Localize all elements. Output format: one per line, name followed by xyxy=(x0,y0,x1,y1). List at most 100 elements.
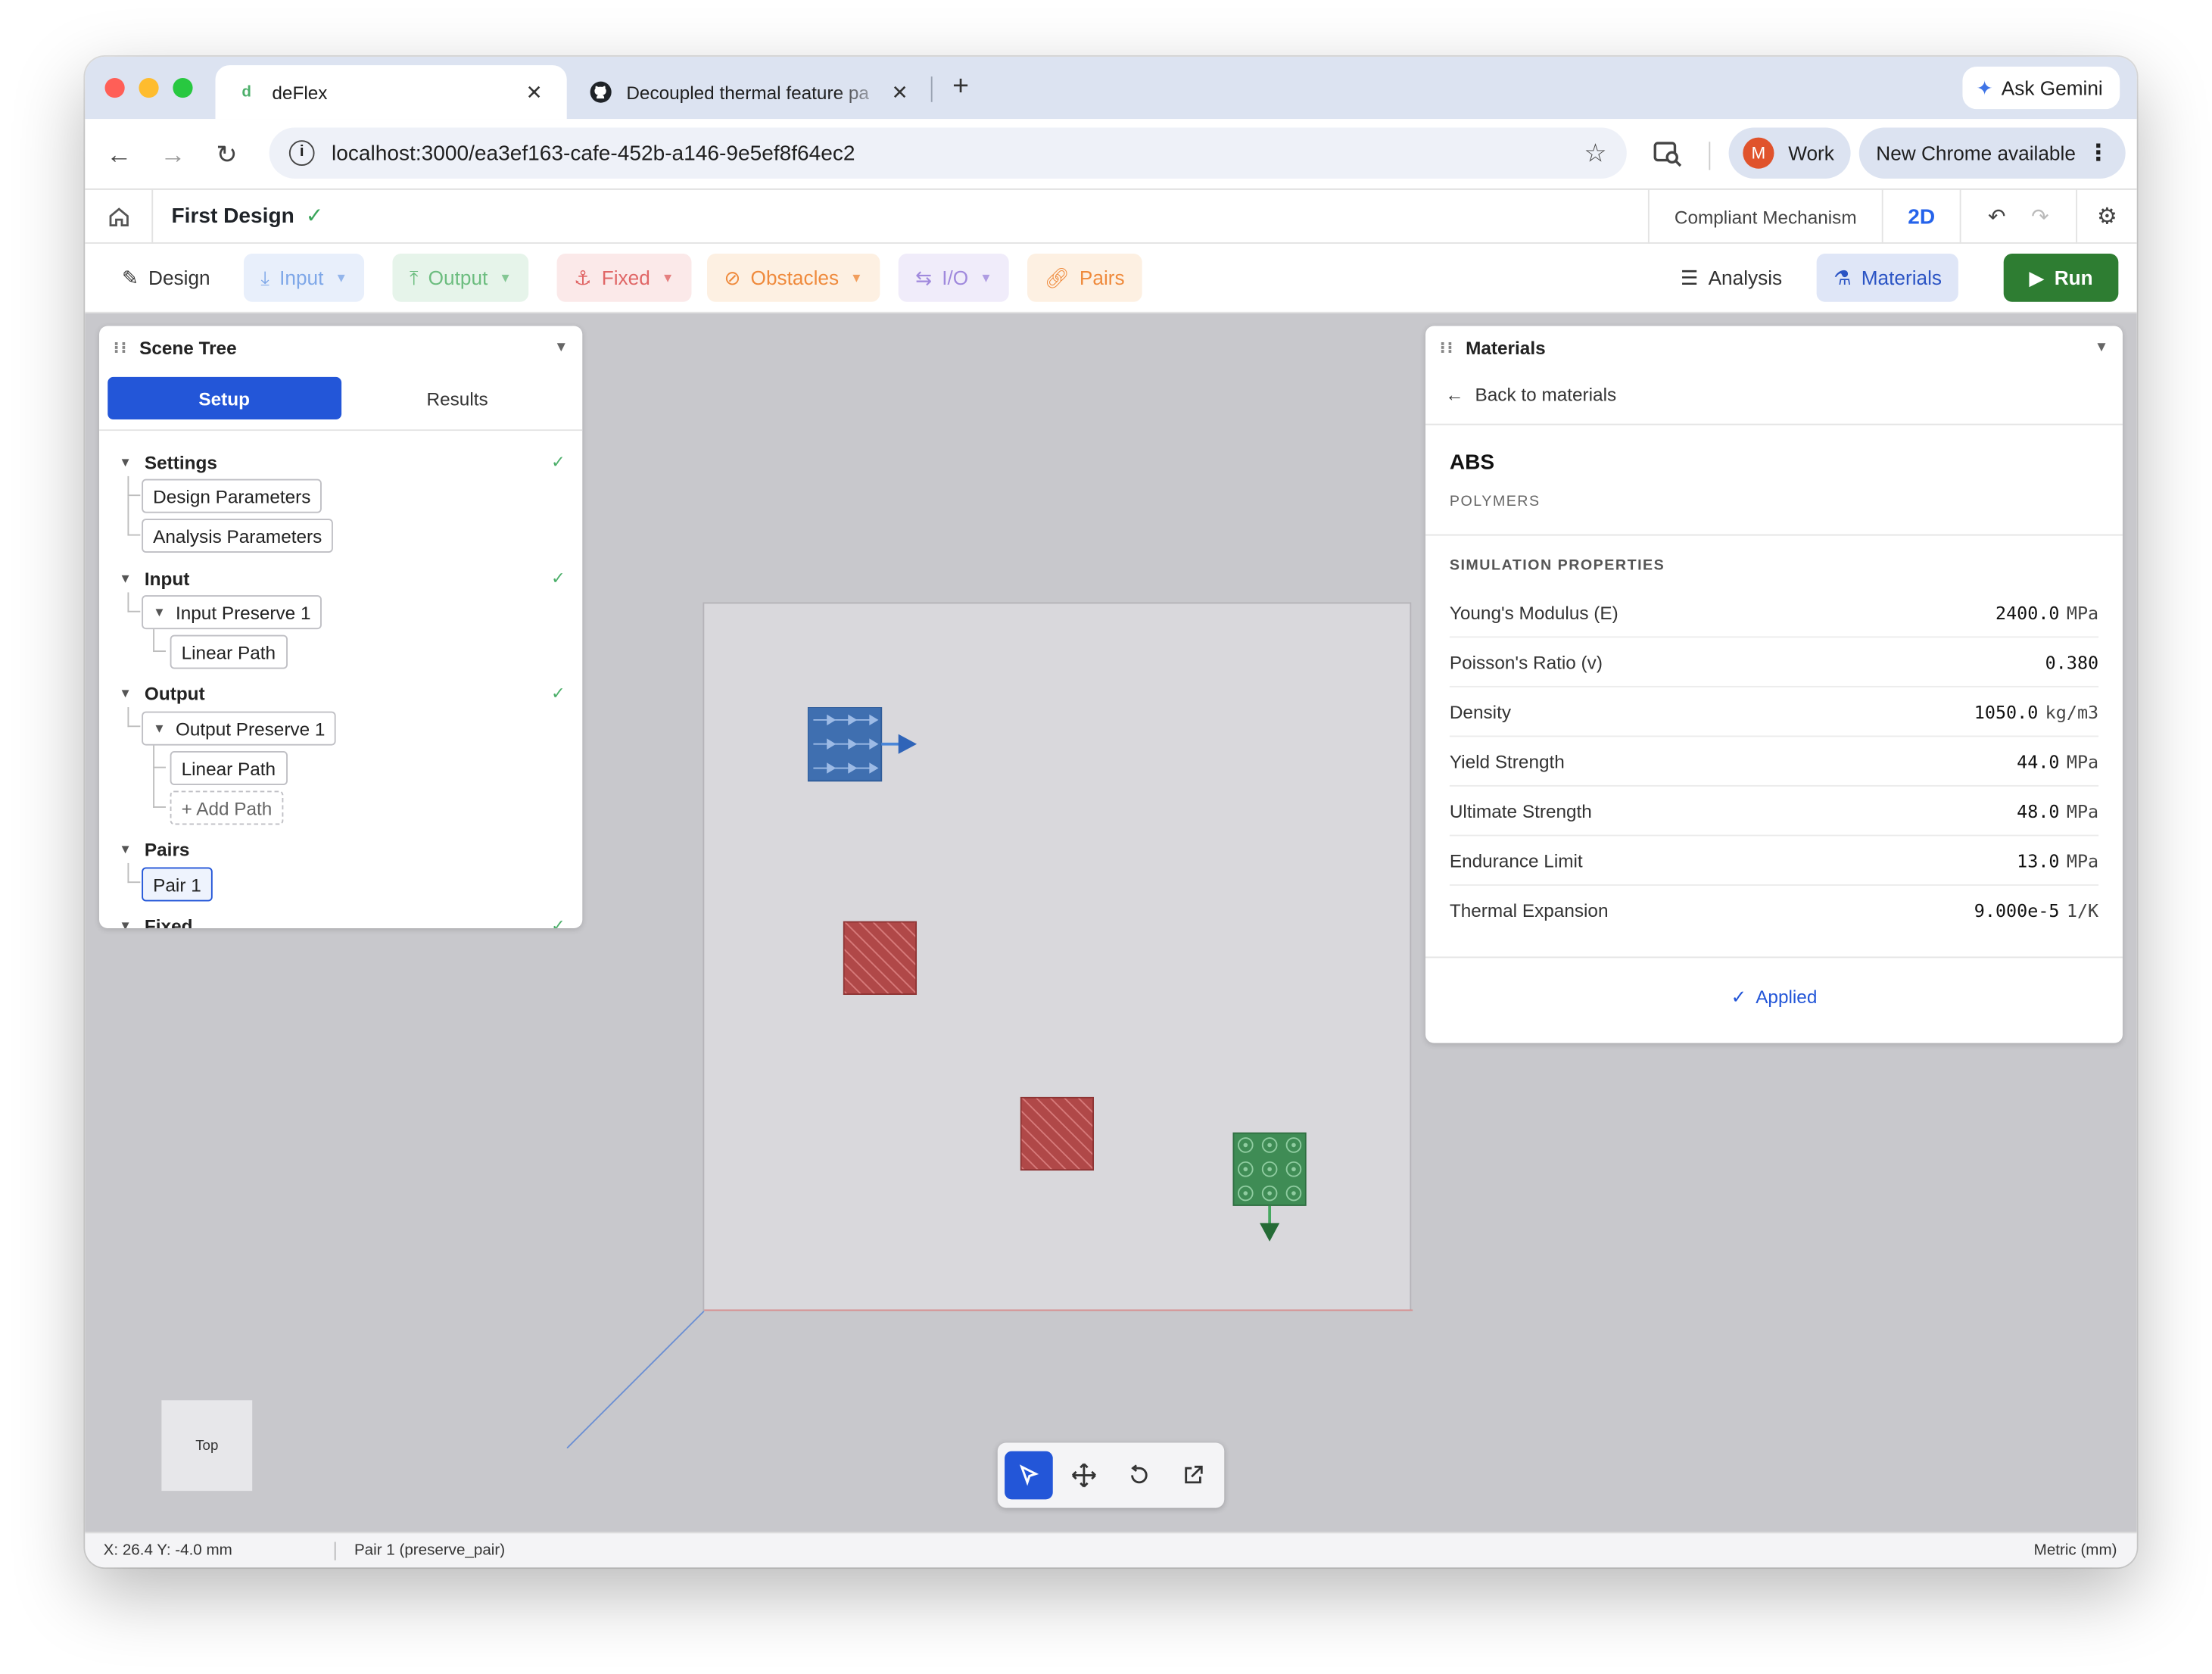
chevron-down-icon[interactable]: ▼ xyxy=(554,339,569,355)
url-text[interactable]: localhost:3000/ea3ef163-cafe-452b-a146-9… xyxy=(332,141,1584,165)
profile-button[interactable]: M Work xyxy=(1728,127,1852,179)
settings-button[interactable]: ⚙ xyxy=(2076,189,2136,244)
selection-status: Pair 1 (preserve_pair) xyxy=(354,1542,506,1559)
new-tab-plus-icon[interactable]: + xyxy=(944,71,978,105)
property-row: Poisson's Ratio (v) 0.380 xyxy=(1449,637,2099,687)
design-domain[interactable] xyxy=(703,602,1413,1311)
tree-section-pairs[interactable]: ▼ Pairs xyxy=(99,834,582,865)
tree-section-settings[interactable]: ▼ Settings ✓ xyxy=(99,447,582,478)
materials-header[interactable]: ⁝⁝ Materials ▼ xyxy=(1425,326,2123,369)
rotate-tool-button[interactable] xyxy=(1115,1451,1164,1500)
output-region[interactable] xyxy=(1232,1132,1307,1246)
tab-setup[interactable]: Setup xyxy=(107,376,341,420)
chevron-down-icon: ▼ xyxy=(850,270,863,285)
tab-separator xyxy=(930,76,933,102)
input-region[interactable] xyxy=(807,707,921,784)
drag-grip-icon[interactable]: ⁝⁝ xyxy=(114,338,128,356)
property-label: Density xyxy=(1449,700,1512,722)
view-mode-toggle[interactable]: 2D xyxy=(1881,189,1960,244)
home-icon xyxy=(108,207,128,227)
property-label: Ultimate Strength xyxy=(1449,800,1592,821)
tree-item-label: Input Preserve 1 xyxy=(175,601,311,623)
fixed-dropdown-button[interactable]: ⚓ Fixed ▼ xyxy=(556,254,691,302)
tree-connector xyxy=(153,629,167,653)
property-unit: MPa xyxy=(2066,849,2099,871)
flask-icon: ⚗ xyxy=(1833,265,1852,288)
view-cube-label: Top xyxy=(195,1437,219,1454)
obstacle-region[interactable] xyxy=(843,921,918,996)
close-window-button[interactable] xyxy=(104,77,125,98)
tree-section-input[interactable]: ▼ Input ✓ xyxy=(99,563,582,594)
obstacles-dropdown-button[interactable]: ⊘ Obstacles ▼ xyxy=(707,254,880,302)
tree-item-input-preserve[interactable]: ▼ Input Preserve 1 xyxy=(142,595,322,630)
property-label: Endurance Limit xyxy=(1449,849,1583,871)
close-tab-icon[interactable]: ✕ xyxy=(887,80,913,104)
toolbar-separator xyxy=(1709,142,1711,170)
forward-arrow-icon[interactable]: → xyxy=(156,138,190,172)
pairs-button[interactable]: 🔗︎ Pairs xyxy=(1027,254,1142,302)
units-status[interactable]: Metric (mm) xyxy=(2034,1542,2117,1559)
bookmark-star-icon[interactable]: ☆ xyxy=(1584,139,1606,168)
rotate-icon xyxy=(1131,1464,1148,1484)
undo-icon[interactable]: ↶ xyxy=(1988,204,2006,229)
complete-check-icon: ✓ xyxy=(551,568,565,588)
tree-item-output-preserve[interactable]: ▼ Output Preserve 1 xyxy=(142,711,337,746)
maximize-window-button[interactable] xyxy=(173,77,193,98)
property-unit: 1/K xyxy=(2066,899,2099,921)
design-title[interactable]: First Design ✓ xyxy=(171,203,323,229)
add-path-button[interactable]: + Add Path xyxy=(170,790,284,825)
back-arrow-icon[interactable]: ← xyxy=(102,138,136,172)
output-dropdown-button[interactable]: ⤒ Output ▼ xyxy=(392,254,529,302)
redo-icon[interactable]: ↷ xyxy=(2031,204,2049,229)
close-tab-icon[interactable]: ✕ xyxy=(522,80,547,104)
run-button[interactable]: ▶ Run xyxy=(2003,254,2119,302)
scene-tree-header[interactable]: ⁝⁝ Scene Tree ▼ xyxy=(99,326,582,369)
pairs-label: Pairs xyxy=(1079,266,1125,289)
tree-section-output[interactable]: ▼ Output ✓ xyxy=(99,678,582,709)
chevron-down-icon: ▼ xyxy=(980,270,992,285)
io-dropdown-button[interactable]: ⇆ I/O ▼ xyxy=(898,254,1010,302)
mode-selector[interactable]: Compliant Mechanism xyxy=(1647,189,1882,244)
run-label: Run xyxy=(2054,266,2093,289)
lens-search-icon[interactable] xyxy=(1653,138,1687,172)
tree-section-fixed[interactable]: ▼ Fixed ✓ xyxy=(99,910,582,928)
site-info-icon[interactable]: i xyxy=(288,140,315,167)
viewport-canvas[interactable]: Top ⁝⁝ Scene Tree ▼ Setup Results ▼ Sett… xyxy=(85,313,2137,1532)
obstacle-region[interactable] xyxy=(1020,1096,1095,1171)
tree-item-pair[interactable]: Pair 1 xyxy=(142,867,213,902)
design-button[interactable]: ✎ Design xyxy=(105,254,228,302)
tree-connector xyxy=(127,475,141,497)
chevron-down-icon: ▼ xyxy=(661,270,675,285)
scale-tool-button[interactable] xyxy=(1169,1451,1217,1500)
view-cube[interactable]: Top xyxy=(161,1400,253,1492)
select-tool-button[interactable] xyxy=(1005,1451,1053,1500)
tree-item-design-parameters[interactable]: Design Parameters xyxy=(142,479,322,513)
analysis-button[interactable]: ☰ Analysis xyxy=(1663,254,1799,302)
home-button[interactable] xyxy=(85,189,154,244)
reload-icon[interactable]: ↻ xyxy=(210,138,244,172)
move-tool-button[interactable] xyxy=(1060,1451,1108,1500)
chevron-down-icon[interactable]: ▼ xyxy=(2095,339,2109,355)
section-label: Input xyxy=(144,567,190,589)
ask-gemini-button[interactable]: ✦ Ask Gemini xyxy=(1961,66,2120,110)
chevron-down-icon: ▼ xyxy=(119,685,132,700)
drag-grip-icon[interactable]: ⁝⁝ xyxy=(1440,338,1454,356)
input-dropdown-button[interactable]: ⤓ Input ▼ xyxy=(243,254,365,302)
applied-status-button[interactable]: ✓ Applied xyxy=(1425,987,2123,1009)
back-to-materials-link[interactable]: ← Back to materials xyxy=(1445,384,1616,405)
tree-item-output-linear-path[interactable]: Linear Path xyxy=(170,751,288,785)
address-bar[interactable]: i localhost:3000/ea3ef163-cafe-452b-a146… xyxy=(269,127,1627,179)
tab-results[interactable]: Results xyxy=(341,377,574,419)
section-label: Fixed xyxy=(144,915,193,929)
mode-label: Compliant Mechanism xyxy=(1674,206,1857,228)
design-label: Design xyxy=(148,266,210,289)
tree-item-analysis-parameters[interactable]: Analysis Parameters xyxy=(142,519,334,553)
minimize-window-button[interactable] xyxy=(139,77,159,98)
move-arrows-icon xyxy=(1071,1463,1096,1488)
chrome-update-button[interactable]: New Chrome available ⋮ xyxy=(1858,127,2126,179)
tree-item-input-linear-path[interactable]: Linear Path xyxy=(170,634,288,669)
axis-guide-line xyxy=(566,1311,705,1448)
tab-deflex[interactable]: d deFlex ✕ xyxy=(215,65,567,120)
tab-github[interactable]: Decoupled thermal feature pa ✕ xyxy=(572,65,930,119)
materials-button[interactable]: ⚗ Materials xyxy=(1816,254,1959,302)
